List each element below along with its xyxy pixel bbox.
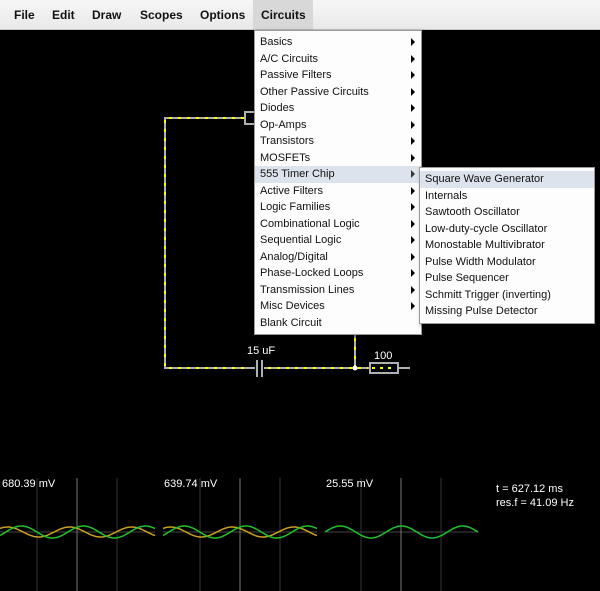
menu-item-mosfets[interactable]: MOSFETs xyxy=(255,150,421,167)
menu-item-label: 555 Timer Chip xyxy=(260,168,335,180)
menu-file[interactable]: File xyxy=(6,0,43,30)
menu-circuits[interactable]: Circuits xyxy=(253,0,313,30)
menu-item-label: Analog/Digital xyxy=(260,250,328,263)
menu-item-blank-circuit[interactable]: Blank Circuit xyxy=(255,315,421,332)
submenu-arrow-icon xyxy=(411,219,415,228)
menu-item-label: Active Filters xyxy=(260,184,323,197)
menu-item-label: MOSFETs xyxy=(260,151,311,164)
menu-item-label: Op-Amps xyxy=(260,118,307,131)
submenu-item-sawtooth-oscillator[interactable]: Sawtooth Oscillator xyxy=(420,204,594,221)
submenu-arrow-icon xyxy=(411,203,415,211)
scope-2-value: 639.74 mV xyxy=(164,478,218,490)
resistor-label: 100 xyxy=(374,350,393,362)
menu-item-other-passive-circuits[interactable]: Other Passive Circuits xyxy=(255,84,421,101)
timer-submenu: Square Wave Generator Internals Sawtooth O… xyxy=(419,167,595,324)
menu-item-sequential-logic[interactable]: Sequential Logic xyxy=(255,232,421,249)
wire-left-loop xyxy=(164,117,255,369)
sim-time: t = 627.12 ms xyxy=(496,483,563,495)
submenu-arrow-icon xyxy=(411,38,415,46)
submenu-arrow-icon xyxy=(411,120,415,129)
menu-item-label: Passive Filters xyxy=(260,69,332,81)
submenu-arrow-icon xyxy=(411,236,415,244)
submenu-item-pulse-width-modulator[interactable]: Pulse Width Modulator xyxy=(420,254,594,271)
menu-options[interactable]: Options xyxy=(192,0,253,30)
submenu-item-label: Sawtooth Oscillator xyxy=(425,206,520,218)
submenu-item-label: Schmitt Trigger (inverting) xyxy=(425,288,551,301)
capacitor xyxy=(256,360,263,377)
submenu-item-label: Monostable Multivibrator xyxy=(425,239,545,251)
submenu-item-label: Pulse Sequencer xyxy=(425,272,509,284)
submenu-arrow-icon xyxy=(411,137,415,145)
submenu-item-label: Low-duty-cycle Oscillator xyxy=(425,222,548,235)
submenu-arrow-icon xyxy=(411,104,415,112)
menu-item-555-timer-chip[interactable]: 555 Timer Chip xyxy=(255,166,421,183)
menu-item-passive-filters[interactable]: Passive Filters xyxy=(255,67,421,84)
menu-item-phase-locked-loops[interactable]: Phase-Locked Loops xyxy=(255,265,421,282)
sim-info: t = 627.12 ms res.f = 41.09 Hz xyxy=(496,482,574,510)
submenu-item-missing-pulse-detector[interactable]: Missing Pulse Detector xyxy=(420,303,594,320)
submenu-item-internals[interactable]: Internals xyxy=(420,188,594,205)
submenu-item-monostable-multivibrator[interactable]: Monostable Multivibrator xyxy=(420,237,594,254)
submenu-arrow-icon xyxy=(411,170,415,178)
menu-bar: File Edit Draw Scopes Options Circuits xyxy=(0,0,600,30)
menu-item-label: Transistors xyxy=(260,135,314,147)
menu-item-label: Diodes xyxy=(260,102,295,114)
menu-item-active-filters[interactable]: Active Filters xyxy=(255,183,421,200)
submenu-arrow-icon xyxy=(411,54,415,63)
submenu-arrow-icon xyxy=(411,87,415,96)
submenu-arrow-icon xyxy=(411,252,415,261)
menu-item-misc-devices[interactable]: Misc Devices xyxy=(255,298,421,315)
menu-item-combinational-logic[interactable]: Combinational Logic xyxy=(255,216,421,233)
submenu-item-square-wave-generator[interactable]: Square Wave Generator xyxy=(420,171,594,188)
menu-scopes[interactable]: Scopes xyxy=(132,0,191,30)
menu-item-transmission-lines[interactable]: Transmission Lines xyxy=(255,282,421,299)
menu-item-transistors[interactable]: Transistors xyxy=(255,133,421,150)
menu-item-label: Blank Circuit xyxy=(260,316,322,329)
scope-1 xyxy=(0,478,156,591)
menu-item-label: Logic Families xyxy=(260,201,331,213)
circuits-menu: Basics A/C Circuits Passive Filters Other P… xyxy=(254,30,422,335)
junction-node xyxy=(352,365,358,371)
sim-res-freq: res.f = 41.09 Hz xyxy=(496,497,574,509)
submenu-item-label: Square Wave Generator xyxy=(425,173,544,185)
submenu-arrow-icon xyxy=(411,285,415,294)
submenu-item-label: Missing Pulse Detector xyxy=(425,305,538,317)
menu-item-label: Combinational Logic xyxy=(260,217,360,230)
current-dots-left xyxy=(164,117,250,369)
menu-item-logic-families[interactable]: Logic Families xyxy=(255,199,421,216)
submenu-arrow-icon xyxy=(411,153,415,162)
menu-item-label: Phase-Locked Loops xyxy=(260,267,364,279)
submenu-arrow-icon xyxy=(411,71,415,79)
submenu-item-label: Pulse Width Modulator xyxy=(425,255,536,268)
menu-item-basics[interactable]: Basics xyxy=(255,34,421,51)
scope-1-value: 680.39 mV xyxy=(2,478,56,490)
menu-item-diodes[interactable]: Diodes xyxy=(255,100,421,117)
menu-item-a-c-circuits[interactable]: A/C Circuits xyxy=(255,51,421,68)
menu-item-label: Basics xyxy=(260,36,293,48)
menu-edit[interactable]: Edit xyxy=(44,0,83,30)
menu-item-label: A/C Circuits xyxy=(260,52,319,65)
scope-2 xyxy=(162,478,318,591)
menu-item-label: Misc Devices xyxy=(260,300,325,312)
menu-item-label: Other Passive Circuits xyxy=(260,85,369,98)
menu-item-label: Transmission Lines xyxy=(260,283,355,296)
submenu-arrow-icon xyxy=(411,302,415,310)
submenu-item-schmitt-trigger-inverting[interactable]: Schmitt Trigger (inverting) xyxy=(420,287,594,304)
menu-draw[interactable]: Draw xyxy=(84,0,129,30)
scope-3-value: 25.55 mV xyxy=(326,478,374,490)
menu-item-analog-digital[interactable]: Analog/Digital xyxy=(255,249,421,266)
submenu-item-pulse-sequencer[interactable]: Pulse Sequencer xyxy=(420,270,594,287)
scope-3 xyxy=(324,478,479,591)
menu-item-op-amps[interactable]: Op-Amps xyxy=(255,117,421,134)
menu-item-label: Sequential Logic xyxy=(260,234,342,246)
submenu-arrow-icon xyxy=(411,269,415,277)
capacitor-label: 15 uF xyxy=(247,345,276,357)
submenu-item-label: Internals xyxy=(425,189,468,202)
submenu-item-low-duty-cycle-oscillator[interactable]: Low-duty-cycle Oscillator xyxy=(420,221,594,238)
submenu-arrow-icon xyxy=(411,186,415,195)
